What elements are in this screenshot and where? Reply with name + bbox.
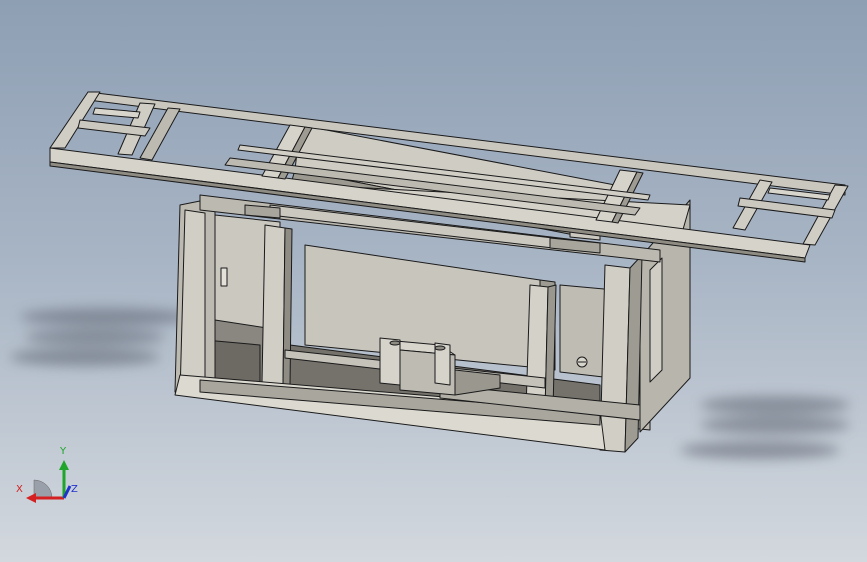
cad-model[interactable]: [0, 0, 867, 562]
z-axis-label: Z: [71, 484, 78, 495]
y-axis-arrowhead-icon: [59, 460, 69, 470]
y-axis-label: Y: [59, 446, 67, 457]
coordinate-triad[interactable]: X Y Z: [14, 440, 84, 510]
x-axis-arrowhead-icon: [26, 493, 36, 503]
triad-quadrant-icon: [33, 479, 53, 499]
graphics-viewport[interactable]: X Y Z: [0, 0, 867, 562]
x-axis-label: X: [16, 484, 23, 495]
